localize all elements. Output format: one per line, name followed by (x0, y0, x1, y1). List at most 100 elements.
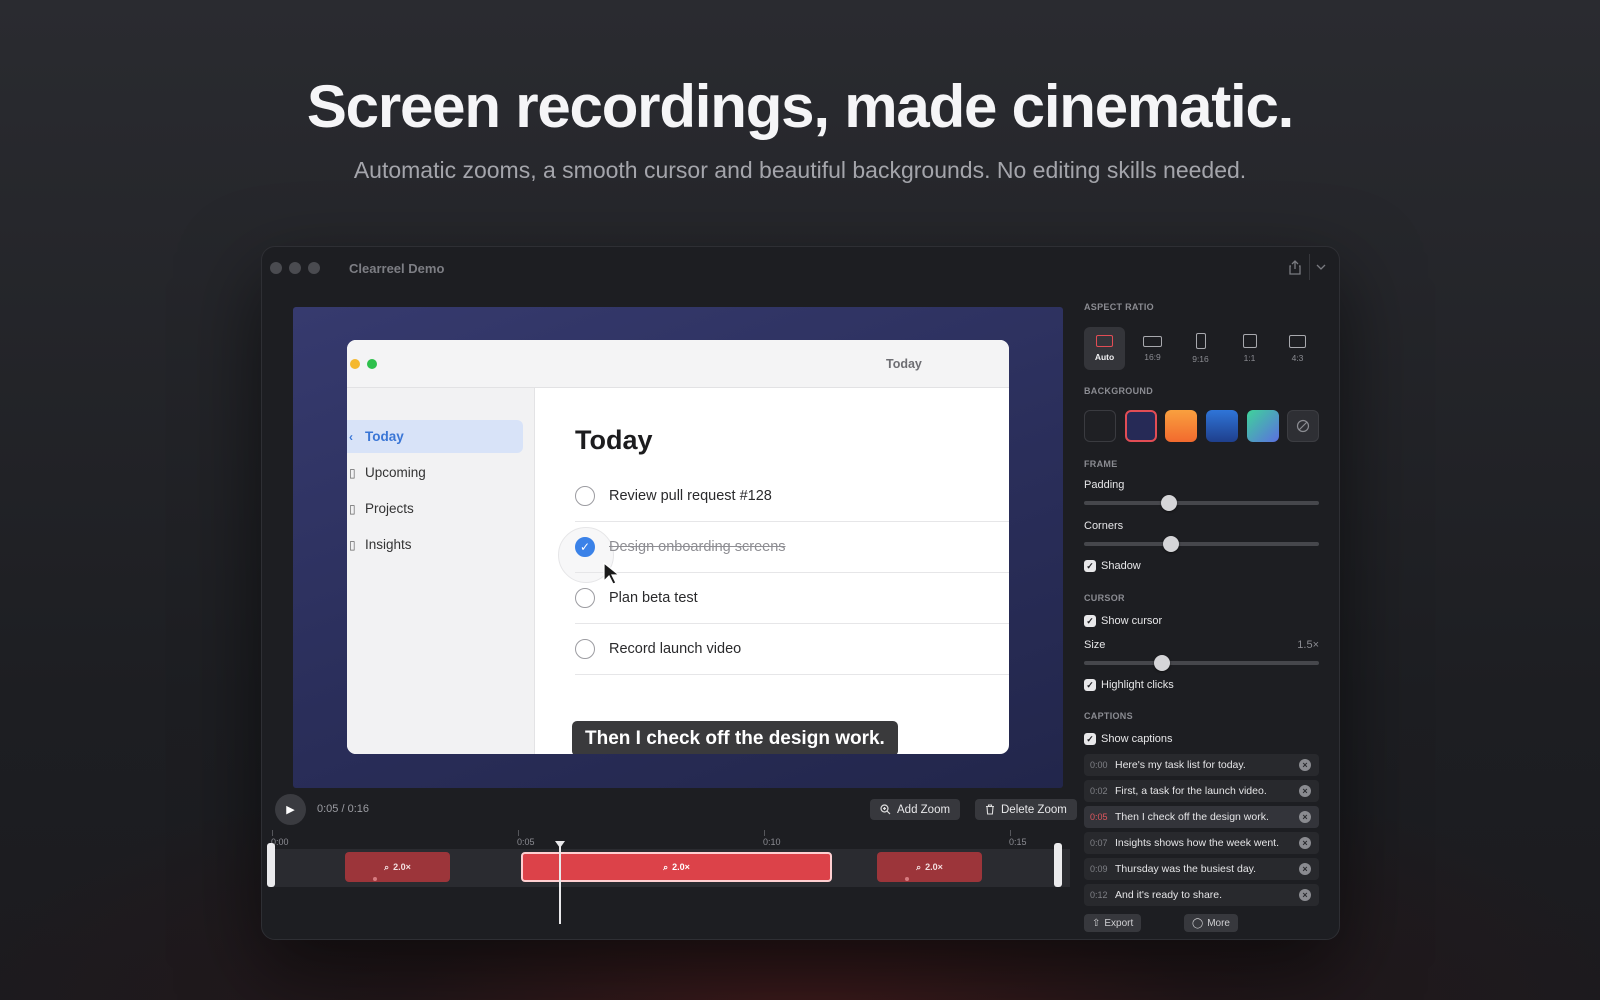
caption-row[interactable]: 0:07 Insights shows how the week went. × (1084, 832, 1319, 854)
background-swatch-navy-selected[interactable] (1125, 410, 1157, 442)
caption-text: First, a task for the launch video. (1115, 785, 1267, 797)
zoom-segment[interactable]: ⌕ 2.0× (345, 852, 450, 882)
minimize-dot (350, 359, 360, 369)
more-button[interactable]: ◯ More (1184, 914, 1238, 932)
ratio-option-1-1[interactable]: 1:1 (1229, 327, 1270, 370)
remove-caption-icon[interactable]: × (1299, 785, 1311, 797)
zoom-marker (905, 877, 909, 881)
close-window-dot[interactable] (270, 262, 282, 274)
aspect-ratio-heading: ASPECT RATIO (1084, 302, 1154, 312)
caption-row[interactable]: 0:02 First, a task for the launch video. × (1084, 780, 1319, 802)
padding-label: Padding (1084, 479, 1125, 491)
preview-canvas[interactable]: Today ‹ Today ▯ Upcoming ▯ Projects ▯ Insigh… (293, 307, 1063, 788)
zoom-segment[interactable]: ⌕ 2.0× (877, 852, 982, 882)
remove-caption-icon[interactable]: × (1299, 889, 1311, 901)
trim-handle-end[interactable] (1054, 843, 1062, 887)
caption-row[interactable]: 0:09 Thursday was the busiest day. × (1084, 858, 1319, 880)
playhead-knob[interactable] (555, 841, 565, 848)
cursor-heading: CURSOR (1084, 593, 1125, 603)
task-label: Design onboarding screens (609, 539, 786, 555)
show-captions-checkbox[interactable]: ✓ Show captions (1084, 733, 1173, 745)
background-swatch-orange[interactable] (1165, 410, 1197, 442)
task-row: Plan beta test (575, 573, 1009, 624)
export-label: Export (1104, 917, 1134, 929)
remove-caption-icon[interactable]: × (1299, 863, 1311, 875)
shadow-label: Shadow (1101, 560, 1141, 572)
task-checkbox (575, 486, 595, 506)
highlight-clicks-label: Highlight clicks (1101, 679, 1174, 691)
ratio-label: 9:16 (1192, 354, 1209, 364)
minimize-window-dot[interactable] (289, 262, 301, 274)
ratio-option-9-16[interactable]: 9:16 (1180, 327, 1221, 370)
sidebar-item-upcoming: ▯ Upcoming (347, 456, 523, 489)
caption-text: Insights shows how the week went. (1115, 837, 1280, 849)
ratio-option-auto[interactable]: Auto (1084, 327, 1125, 370)
show-cursor-checkbox[interactable]: ✓ Show cursor (1084, 615, 1162, 627)
playback-time: 0:05 / 0:16 (317, 803, 369, 815)
caption-time: 0:00 (1090, 760, 1108, 770)
ratio-label: Auto (1094, 352, 1115, 362)
chevron-left-icon: ‹ (349, 429, 353, 444)
play-button[interactable]: ▶ (275, 794, 306, 825)
ratio-option-16-9[interactable]: 16:9 (1132, 327, 1173, 370)
hero-title: Screen recordings, made cinematic. (306, 73, 1294, 140)
ratio-9-16-icon (1195, 333, 1206, 349)
background-swatch-gradient[interactable] (1247, 410, 1279, 442)
background-swatch-blue[interactable] (1206, 410, 1238, 442)
ratio-auto-icon (1096, 335, 1113, 347)
caption-time: 0:07 (1090, 838, 1108, 848)
caption-row[interactable]: 0:00 Here's my task list for today. × (1084, 754, 1319, 776)
delete-zoom-button[interactable]: Delete Zoom (975, 799, 1077, 820)
maximize-dot (367, 359, 377, 369)
background-swatch-none[interactable] (1287, 410, 1319, 442)
maximize-window-dot[interactable] (308, 262, 320, 274)
caption-time: 0:09 (1090, 864, 1108, 874)
recorded-app-window: Today ‹ Today ▯ Upcoming ▯ Projects ▯ Insigh… (347, 340, 1009, 754)
task-label: Record launch video (609, 641, 742, 657)
folder-icon: ▯ (349, 501, 356, 516)
add-zoom-button[interactable]: Add Zoom (870, 799, 961, 820)
remove-caption-icon[interactable]: × (1299, 811, 1311, 823)
shadow-checkbox[interactable]: ✓ Shadow (1084, 560, 1141, 572)
ratio-label: 16:9 (1144, 351, 1161, 362)
zoom-in-icon (880, 804, 891, 815)
sidebar-item-label: Insights (365, 537, 412, 552)
caption-row[interactable]: 0:12 And it's ready to share. × (1084, 884, 1319, 906)
ratio-option-4-3[interactable]: 4:3 (1277, 327, 1318, 370)
slider-knob[interactable] (1162, 536, 1179, 552)
zoom-level: 2.0× (393, 862, 411, 872)
caption-time: 0:02 (1090, 786, 1108, 796)
slider-knob[interactable] (1153, 655, 1170, 671)
play-icon: ▶ (286, 804, 295, 816)
remove-caption-icon[interactable]: × (1299, 837, 1311, 849)
caption-text: Here's my task list for today. (1115, 759, 1246, 771)
zoom-marker (373, 877, 377, 881)
calendar-icon: ▯ (349, 465, 356, 480)
trim-handle-start[interactable] (267, 843, 275, 887)
recorded-app-titlebar: Today (347, 340, 1009, 388)
checkmark-icon: ✓ (1084, 560, 1096, 572)
add-zoom-label: Add Zoom (897, 803, 951, 816)
caption-overlay: Then I check off the design work. (572, 721, 898, 754)
zoom-level: 2.0× (672, 862, 690, 872)
task-label: Review pull request #128 (609, 488, 772, 504)
playhead[interactable] (559, 844, 561, 924)
padding-slider[interactable] (1084, 495, 1319, 511)
captions-heading: CAPTIONS (1084, 711, 1133, 721)
slider-knob[interactable] (1160, 495, 1177, 511)
background-swatch-dark[interactable] (1084, 410, 1116, 442)
ratio-1-1-icon (1242, 334, 1257, 348)
app-window: Clearreel Demo Today ‹ Today ▯ Upcoming ▯ P… (261, 246, 1340, 940)
caption-row-current[interactable]: 0:05 Then I check off the design work. × (1084, 806, 1319, 828)
export-button[interactable]: ⇧ Export (1084, 914, 1142, 932)
zoom-segment-selected[interactable]: ⌕ 2.0× (521, 852, 832, 882)
highlight-clicks-checkbox[interactable]: ✓ Highlight clicks (1084, 679, 1174, 691)
remove-caption-icon[interactable]: × (1299, 759, 1311, 771)
share-icon[interactable] (1283, 254, 1307, 280)
recorded-app-sidebar: ‹ Today ▯ Upcoming ▯ Projects ▯ Insights (347, 388, 535, 754)
caption-text: Thursday was the busiest day. (1115, 863, 1257, 875)
checkmark-icon: ✓ (1084, 679, 1096, 691)
cursor-size-slider[interactable] (1084, 655, 1319, 671)
corners-slider[interactable] (1084, 536, 1319, 552)
chevron-down-icon[interactable] (1309, 254, 1331, 280)
